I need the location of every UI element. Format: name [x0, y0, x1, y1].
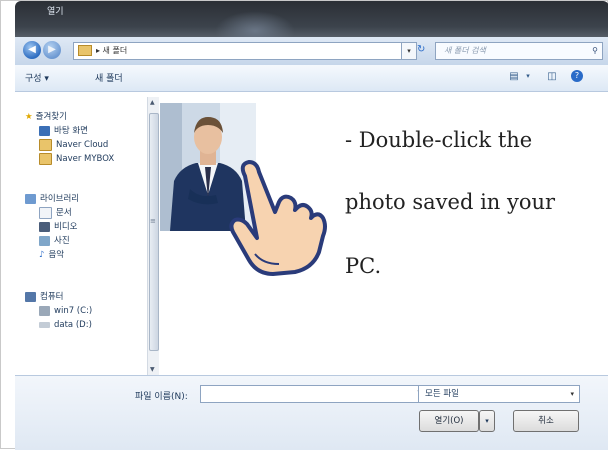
address-bar-row: ◀ ▶ ▸ 새 폴더 ▾ ↻ 새 폴더 검색 ⚲	[15, 37, 608, 65]
nav-item-drive-c[interactable]: win7 (C:)	[39, 304, 92, 318]
search-placeholder: 새 폴더 검색	[444, 46, 486, 55]
nav-item-naver-cloud[interactable]: Naver Cloud	[39, 138, 108, 152]
pointing-hand-icon	[229, 160, 327, 276]
refresh-icon[interactable]: ↻	[417, 42, 431, 58]
scroll-grip-icon: ≡	[150, 217, 156, 225]
desktop-icon	[39, 125, 50, 136]
nav-item-music[interactable]: ♪ 음악	[39, 248, 64, 262]
navigation-pane: ★ 즐겨찾기 바탕 화면 Naver Cloud Naver MYBOX 라이브러…	[15, 92, 147, 375]
address-box[interactable]: ▸ 새 폴더	[73, 42, 403, 60]
computer-icon	[25, 291, 36, 302]
filetype-value: 모든 파일	[425, 389, 459, 399]
address-path: ▸ 새 폴더	[96, 46, 128, 55]
open-button[interactable]: 열기(O)	[419, 410, 479, 432]
filetype-select[interactable]: 모든 파일 ▾	[418, 385, 580, 403]
drive-icon	[39, 321, 50, 328]
toolbar: 구성 ▾ 새 폴더 ▤ ▾ ◫ ?	[15, 65, 608, 92]
library-icon	[25, 193, 36, 204]
folder-icon	[39, 138, 52, 151]
help-icon[interactable]: ?	[571, 70, 583, 82]
nav-favorites-header[interactable]: ★ 즐겨찾기	[25, 110, 67, 124]
file-open-dialog: 열기 ◀ ▶ ▸ 새 폴더 ▾ ↻ 새 폴더 검색 ⚲ 구성 ▾ 새 폴더 ▤ …	[0, 0, 608, 450]
filename-input[interactable]: ▾	[200, 385, 426, 403]
video-icon	[39, 221, 50, 232]
scroll-down-icon[interactable]: ▼	[150, 366, 155, 373]
window-title: 열기	[47, 7, 64, 17]
nav-item-drive-d[interactable]: data (D:)	[39, 318, 92, 332]
folder-icon	[39, 152, 52, 165]
address-dropdown-button[interactable]: ▾	[401, 42, 417, 60]
nav-computer-header[interactable]: 컴퓨터	[25, 290, 63, 304]
picture-icon	[39, 235, 50, 246]
nav-item-documents[interactable]: 문서	[39, 206, 72, 220]
scroll-up-icon[interactable]: ▲	[150, 99, 155, 106]
nav-scrollbar[interactable]: ▲ ≡ ▼	[147, 97, 159, 375]
preview-pane-icon[interactable]: ◫	[545, 70, 559, 83]
filetype-dropdown-icon[interactable]: ▾	[570, 386, 574, 402]
dialog-footer: 파일 이름(N): ▾ 모든 파일 ▾ 열기(O) ▾ 취소	[15, 375, 608, 450]
star-icon: ★	[25, 112, 33, 122]
back-button[interactable]: ◀	[23, 41, 41, 59]
instruction-line-1: - Double-click the	[345, 128, 533, 152]
drive-icon	[39, 305, 50, 316]
new-folder-button[interactable]: 새 폴더	[95, 71, 123, 84]
instruction-line-2: photo saved in your	[345, 190, 556, 214]
cancel-button[interactable]: 취소	[513, 410, 579, 432]
nav-item-desktop[interactable]: 바탕 화면	[39, 124, 88, 138]
nav-item-pictures[interactable]: 사진	[39, 234, 70, 248]
music-icon: ♪	[39, 250, 45, 260]
forward-button[interactable]: ▶	[43, 41, 61, 59]
filename-label: 파일 이름(N):	[135, 392, 188, 402]
organize-button[interactable]: 구성 ▾	[25, 71, 49, 84]
open-split-dropdown-icon[interactable]: ▾	[479, 410, 495, 432]
view-options-icon[interactable]: ▤	[507, 70, 521, 83]
scrollbar-thumb[interactable]	[149, 113, 159, 351]
nav-item-videos[interactable]: 비디오	[39, 220, 77, 234]
view-dropdown-icon[interactable]: ▾	[521, 70, 535, 83]
nav-item-naver-mybox[interactable]: Naver MYBOX	[39, 152, 114, 166]
folder-icon	[78, 45, 92, 56]
search-icon[interactable]: ⚲	[592, 43, 598, 59]
search-input[interactable]: 새 폴더 검색 ⚲	[435, 42, 603, 60]
instruction-line-3: PC.	[345, 254, 382, 278]
document-icon	[39, 206, 52, 219]
nav-library-header[interactable]: 라이브러리	[25, 192, 79, 206]
